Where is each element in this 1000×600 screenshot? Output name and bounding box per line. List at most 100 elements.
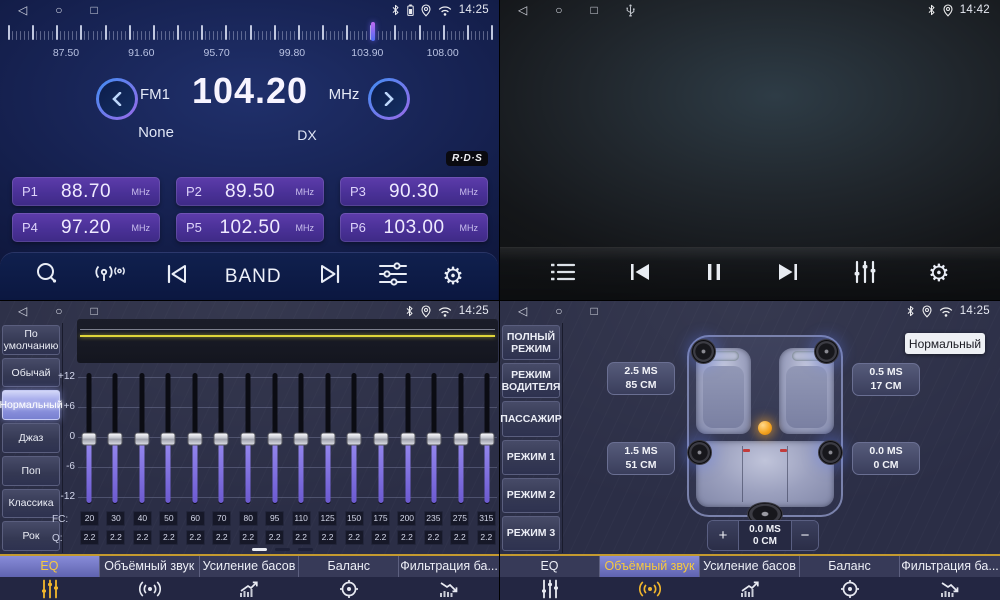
nav-home-icon[interactable]: ○: [555, 301, 562, 321]
tab-eq[interactable]: EQ: [0, 556, 100, 600]
mode-1[interactable]: РЕЖИМ 1: [502, 440, 560, 475]
preset-button-5[interactable]: P5102.50MHz: [176, 213, 324, 242]
fc-value[interactable]: 275: [450, 511, 469, 526]
scan-button[interactable]: [34, 261, 60, 292]
q-value[interactable]: 2.2: [371, 530, 390, 545]
eq-band-slider[interactable]: [426, 373, 443, 504]
fc-value[interactable]: 200: [397, 511, 416, 526]
nav-back-icon[interactable]: ◁: [518, 0, 527, 20]
tab-bass-boost[interactable]: Усиление басов: [700, 556, 800, 600]
eq-band-slider[interactable]: [186, 373, 203, 504]
eq-band-slider[interactable]: [213, 373, 230, 504]
q-value[interactable]: 2.2: [292, 530, 311, 545]
eq-band-slider[interactable]: [346, 373, 363, 504]
tuner-scale[interactable]: 87.5091.6095.7099.80103.90108.00: [8, 22, 491, 66]
eq-band-slider[interactable]: [133, 373, 150, 504]
tab-eq[interactable]: EQ: [500, 556, 600, 600]
fc-value[interactable]: 30: [106, 511, 125, 526]
broadcast-button[interactable]: [94, 261, 128, 292]
fc-value[interactable]: 20: [80, 511, 99, 526]
fc-value[interactable]: 70: [212, 511, 231, 526]
pause-button[interactable]: [703, 261, 725, 288]
tab-balance[interactable]: Баланс: [299, 556, 399, 600]
eq-band-slider[interactable]: [107, 373, 124, 504]
q-value[interactable]: 2.2: [106, 530, 125, 545]
fc-value[interactable]: 110: [292, 511, 311, 526]
eq-band-slider[interactable]: [266, 373, 283, 504]
q-value[interactable]: 2.2: [450, 530, 469, 545]
eq-band-slider[interactable]: [293, 373, 310, 504]
tab-balance[interactable]: Баланс: [800, 556, 900, 600]
nav-back-icon[interactable]: ◁: [18, 0, 27, 20]
q-value[interactable]: 2.2: [159, 530, 178, 545]
eq-band-slider[interactable]: [80, 373, 97, 504]
fc-value[interactable]: 40: [133, 511, 152, 526]
rear-right-delay-button[interactable]: 0.0 MS 0 CM: [852, 442, 920, 475]
q-value[interactable]: 2.2: [239, 530, 258, 545]
rear-left-delay-button[interactable]: 1.5 MS 51 CM: [607, 442, 675, 475]
dx-mode-label[interactable]: DX: [277, 127, 337, 143]
settings-button[interactable]: ⚙: [442, 265, 464, 289]
q-value[interactable]: 2.2: [397, 530, 416, 545]
q-value[interactable]: 2.2: [133, 530, 152, 545]
seek-up-button[interactable]: [368, 78, 410, 120]
nav-recents-icon[interactable]: □: [590, 0, 597, 20]
fc-value[interactable]: 175: [371, 511, 390, 526]
next-track-button[interactable]: [775, 261, 801, 288]
tab-surround[interactable]: Объёмный звук: [600, 556, 700, 600]
playlist-button[interactable]: [550, 261, 576, 288]
nav-recents-icon[interactable]: □: [90, 0, 97, 20]
fc-value[interactable]: 50: [159, 511, 178, 526]
eq-band-slider[interactable]: [160, 373, 177, 504]
tab-filter[interactable]: Фильтрация ба...: [900, 556, 1000, 600]
q-value[interactable]: 2.2: [424, 530, 443, 545]
front-left-delay-button[interactable]: 2.5 MS 85 CM: [607, 362, 675, 395]
settings-button[interactable]: ⚙: [928, 262, 950, 286]
tab-bass-boost[interactable]: Усиление басов: [200, 556, 300, 600]
fc-value[interactable]: 125: [318, 511, 337, 526]
eq-preset-default[interactable]: По умолчанию: [2, 325, 60, 355]
band-button[interactable]: BAND: [225, 266, 282, 288]
preset-button-6[interactable]: P6103.00MHz: [340, 213, 488, 242]
q-value[interactable]: 2.2: [265, 530, 284, 545]
fc-value[interactable]: 60: [186, 511, 205, 526]
eq-band-slider[interactable]: [452, 373, 469, 504]
nav-home-icon[interactable]: ○: [55, 0, 62, 20]
q-value[interactable]: 2.2: [186, 530, 205, 545]
nav-home-icon[interactable]: ○: [55, 301, 62, 321]
q-value[interactable]: 2.2: [318, 530, 337, 545]
eq-band-slider[interactable]: [319, 373, 336, 504]
fc-value[interactable]: 95: [265, 511, 284, 526]
nav-recents-icon[interactable]: □: [590, 301, 597, 321]
delay-decrease-button[interactable]: −: [791, 521, 818, 550]
preset-button-4[interactable]: P497.20MHz: [12, 213, 160, 242]
preset-button-3[interactable]: P390.30MHz: [340, 177, 488, 206]
nav-recents-icon[interactable]: □: [90, 301, 97, 321]
nav-back-icon[interactable]: ◁: [518, 301, 527, 321]
tune-up-button[interactable]: [316, 262, 344, 291]
tab-filter[interactable]: Фильтрация ба...: [399, 556, 499, 600]
q-value[interactable]: 2.2: [212, 530, 231, 545]
fc-value[interactable]: 150: [345, 511, 364, 526]
tune-down-button[interactable]: [163, 262, 191, 291]
profile-button[interactable]: Нормальный: [905, 333, 985, 354]
q-value[interactable]: 2.2: [345, 530, 364, 545]
preset-button-1[interactable]: P188.70MHz: [12, 177, 160, 206]
mode-3[interactable]: РЕЖИМ 3: [502, 516, 560, 551]
fc-value[interactable]: 235: [424, 511, 443, 526]
eq-band-slider[interactable]: [373, 373, 390, 504]
q-value[interactable]: 2.2: [80, 530, 99, 545]
delay-increase-button[interactable]: +: [708, 521, 739, 550]
eq-band-slider[interactable]: [479, 373, 496, 504]
q-value[interactable]: 2.2: [477, 530, 496, 545]
preset-button-2[interactable]: P289.50MHz: [176, 177, 324, 206]
mode-2[interactable]: РЕЖИМ 2: [502, 478, 560, 513]
eq-band-slider[interactable]: [399, 373, 416, 504]
mode-full[interactable]: ПОЛНЫЙ РЕЖИМ: [502, 325, 560, 360]
mode-driver[interactable]: РЕЖИМ ВОДИТЕЛЯ: [502, 363, 560, 398]
eq-band-slider[interactable]: [240, 373, 257, 504]
equalizer-button[interactable]: [378, 261, 408, 292]
nav-home-icon[interactable]: ○: [555, 0, 562, 20]
fc-value[interactable]: 80: [239, 511, 258, 526]
nav-back-icon[interactable]: ◁: [18, 301, 27, 321]
